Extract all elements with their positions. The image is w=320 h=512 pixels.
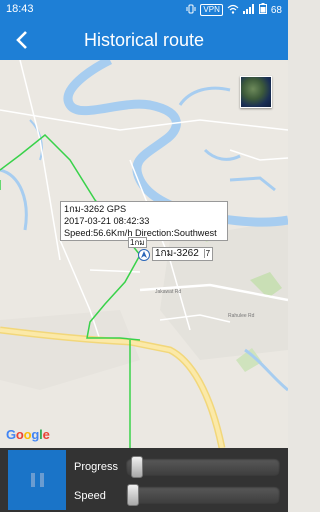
battery-icon: [258, 3, 267, 17]
playback-panel: Progress Speed: [0, 448, 288, 512]
wifi-icon: [227, 4, 239, 17]
vehicle-info-popup: 1กม-3262 GPS 2017-03-21 08:42:33 Speed:5…: [60, 201, 228, 241]
progress-label: Progress: [74, 461, 119, 473]
road-label-1: Jakawat Rd: [155, 289, 181, 295]
status-icons: VPN 68: [186, 3, 282, 17]
speed-slider-thumb[interactable]: [127, 484, 139, 506]
battery-level: 68: [270, 4, 282, 16]
map-view[interactable]: Jakawat Rd Rahulee Rd 1กม-3262 GPS 2017-…: [0, 60, 288, 448]
satellite-view-button[interactable]: [240, 76, 272, 108]
status-time: 18:43: [6, 3, 34, 15]
pause-button[interactable]: [8, 450, 66, 510]
speed-slider[interactable]: [126, 484, 280, 506]
car-marker-icon[interactable]: [138, 248, 150, 261]
plate-label-suffix: 7: [203, 249, 211, 258]
speed-label: Speed: [74, 490, 106, 502]
progress-slider[interactable]: [126, 456, 280, 478]
plate-label: 1กม-3262 7: [152, 247, 214, 261]
popup-line-1: 1กม-3262 GPS: [64, 204, 127, 214]
vpn-badge: VPN: [200, 4, 223, 16]
google-letter: g: [31, 427, 40, 442]
page-title: Historical route: [83, 30, 205, 50]
google-letter: G: [6, 427, 16, 442]
google-attribution: Google: [6, 427, 50, 442]
vibrate-icon: [186, 4, 196, 17]
progress-slider-thumb[interactable]: [131, 456, 144, 478]
popup-line-2: 2017-03-21 08:42:33: [64, 216, 150, 226]
plate-label-text: 1กม-3262: [155, 248, 199, 259]
plate-label-small: 1กม: [128, 237, 147, 248]
pause-icon: [30, 473, 44, 487]
signal-icon: [242, 3, 255, 17]
status-bar: 18:43 VPN 68: [0, 0, 288, 20]
google-letter: e: [42, 427, 50, 442]
title-bar: Historical route: [0, 20, 288, 60]
google-letter: o: [15, 427, 24, 442]
road-label-2: Rahulee Rd: [228, 313, 255, 319]
